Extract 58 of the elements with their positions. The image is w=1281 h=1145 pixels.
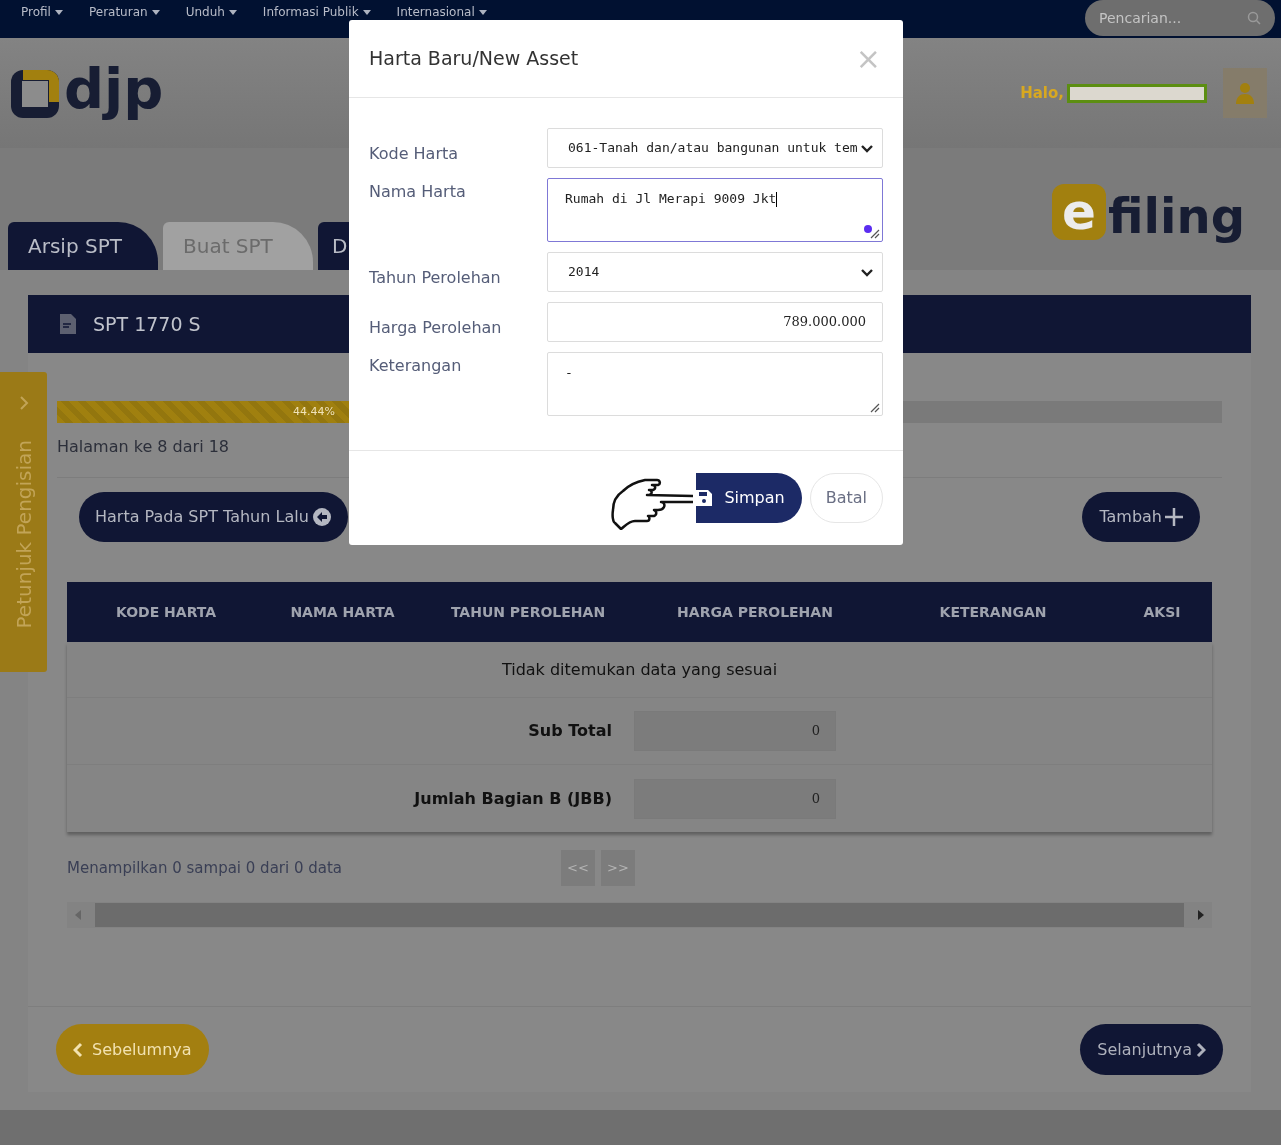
field-label: Keterangan [369,355,463,377]
field-label: Harga Perolehan [369,317,503,339]
dropdown-field[interactable]: 2014 [547,252,883,292]
column-header: NAMA HARTA [289,602,396,622]
pagination-info: Menampilkan 0 sampai 0 dari 0 data [67,857,344,879]
efiling-logo-mark: e [1052,184,1106,240]
card-title: SPT 1770 S [93,311,201,337]
empty-table-message: Tidak ditemukan data yang sesuai [501,658,778,681]
caret-icon [478,9,487,15]
text-area-field[interactable]: Rumah di Jl Merapi 9009 Jkt [547,178,883,242]
caret-icon [54,9,63,15]
progress-label: 44.44% [293,403,335,420]
search-field[interactable]: Pencarian... [1085,0,1275,36]
guide-tab-label: Petunjuk Pengisian [10,440,37,629]
add-button[interactable]: Tambah [1082,492,1200,542]
column-header: TAHUN PEROLEHAN [449,602,607,622]
page-info-text: Halaman ke 8 dari 18 [57,436,231,458]
caret-icon [228,9,237,15]
total-field: 0 [634,778,836,819]
save-button[interactable]: Simpan [696,473,802,523]
chevron-right-icon [1196,1041,1206,1058]
greeting-text: Halo, [1020,82,1064,104]
previous-year-assets-button[interactable]: Harta Pada SPT Tahun Lalu [79,492,348,542]
chevron-left-icon [73,1041,83,1058]
plus-icon [1165,508,1183,526]
arrow-left-circle-icon [311,507,332,527]
chevron-down-icon [860,143,874,153]
dropdown-field[interactable]: 061-Tanah dan/atau bangunan untuk tem [547,128,883,168]
caret-icon [362,9,371,15]
chevron-down-icon [860,267,874,277]
nav-menu-link[interactable]: Peraturan [88,3,160,21]
column-header: HARGA PEROLEHAN [676,602,834,622]
user-icon [1236,82,1254,104]
nav-menu-link[interactable]: Unduh [185,3,237,21]
column-header: AKSI [1142,602,1182,622]
next-button[interactable]: Selanjutnya [1080,1024,1223,1075]
field-label: Kode Harta [369,143,460,165]
field-label: Nama Harta [369,181,467,203]
column-header: KODE HARTA [114,602,218,622]
caret-icon [151,9,160,15]
nav-menu-link[interactable]: Internasional [396,3,487,21]
tab[interactable]: Arsip SPT [8,222,158,270]
total-label: Jumlah Bagian B (JBB) [412,787,612,810]
resize-handle-icon[interactable] [870,403,880,413]
total-label: Sub Total [527,720,612,742]
chevron-right-icon [18,396,29,410]
total-field: 0 [634,711,836,751]
text-area-field[interactable]: - [547,352,883,416]
scroll-right-icon[interactable] [1198,910,1204,920]
nav-menu-link[interactable]: Informasi Publik [262,3,371,21]
resize-handle-icon[interactable] [870,229,880,239]
column-header: KETERANGAN [938,602,1048,622]
document-icon [60,314,76,334]
field-label: Tahun Perolehan [369,267,502,289]
number-input-field[interactable]: 789.000.000 [547,302,883,342]
nav-menu-link[interactable]: Profil [21,3,63,21]
search-icon [1247,11,1261,25]
modal-title: Harta Baru/New Asset [369,46,579,72]
